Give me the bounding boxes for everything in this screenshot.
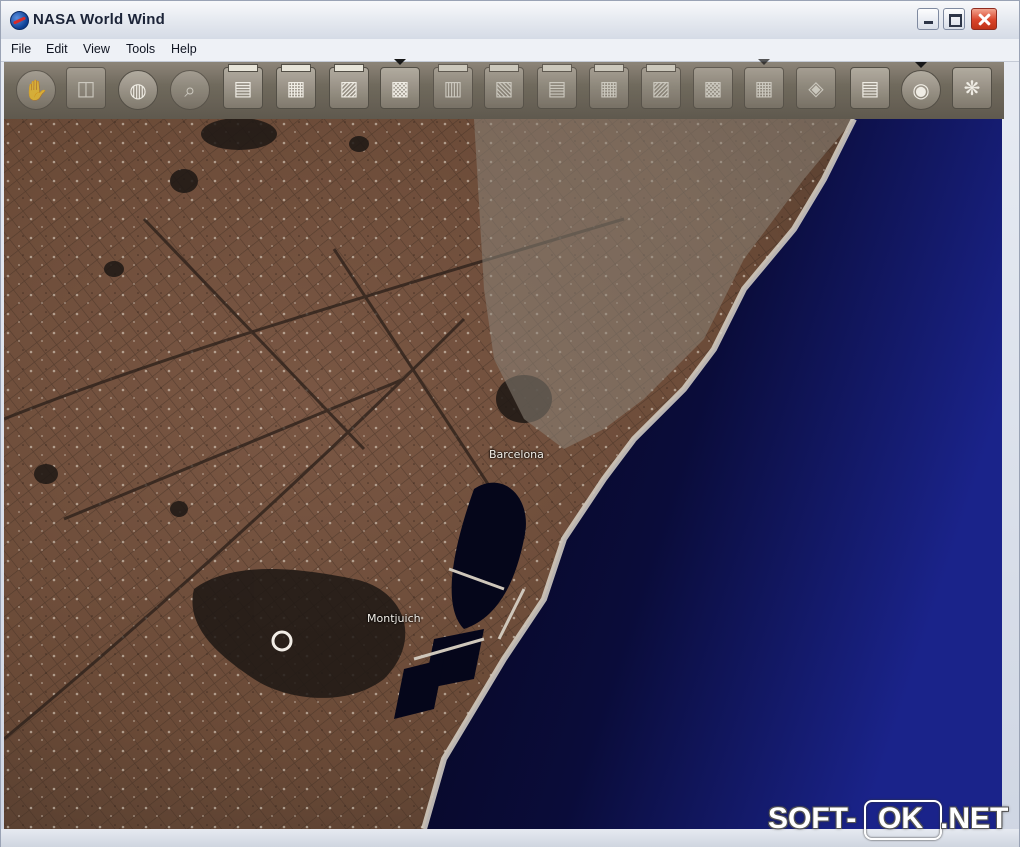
layer-urban-icon: ▧: [494, 76, 514, 100]
urban-layer-button[interactable]: ▧: [484, 64, 524, 109]
active-indicator-icon: [915, 62, 927, 68]
satellite-layer-button[interactable]: ▦: [589, 64, 629, 109]
menu-edit[interactable]: Edit: [43, 42, 71, 56]
menu-view[interactable]: View: [80, 42, 113, 56]
active-indicator-icon: [394, 59, 406, 65]
minimize-button[interactable]: [917, 8, 939, 30]
world-wind-logo-button[interactable]: ❋: [952, 67, 992, 109]
layer-terrain-icon: ▦: [286, 76, 306, 100]
menu-file[interactable]: File: [8, 42, 34, 56]
compass-globe-icon: ◉: [912, 78, 930, 102]
magnifier-icon: ⌕: [184, 78, 196, 102]
layer-topo-icon: ▥: [443, 76, 463, 100]
rapid-fire-button[interactable]: ◈: [796, 67, 836, 109]
layer-usgs-photo-icon: ▩: [390, 76, 410, 100]
layer-grid-icon: ▦: [754, 76, 774, 100]
menu-tools[interactable]: Tools: [123, 42, 158, 56]
window-title: NASA World Wind: [33, 11, 166, 28]
active-indicator-icon: [758, 59, 770, 65]
topo-layer-button[interactable]: ▥: [433, 64, 473, 109]
terrain-layer-button[interactable]: ▦: [276, 64, 316, 109]
hand-pan-icon: ✋: [23, 78, 49, 102]
world-map-button[interactable]: ◫: [66, 67, 106, 109]
close-button[interactable]: [971, 8, 997, 30]
compass-button[interactable]: ◉: [901, 62, 941, 110]
globe-viewport[interactable]: Barcelona Montjuich: [4, 119, 1002, 829]
watermark: SOFT- OK .NET: [768, 800, 1013, 840]
satellite-map-image: [4, 119, 1002, 829]
blue-globe-icon: ◍: [129, 78, 147, 102]
menu-help[interactable]: Help: [168, 42, 200, 56]
world-map-icon: ◫: [76, 76, 96, 100]
layer-satellite-icon: ▦: [599, 76, 619, 100]
scan-layer-button[interactable]: ▩: [693, 67, 733, 109]
rapid-fire-icon: ◈: [808, 76, 824, 100]
nasa-logo-icon: [10, 11, 29, 30]
layer-relief-icon: ▨: [651, 76, 671, 100]
relief-layer-button[interactable]: ▨: [641, 64, 681, 109]
menu-bar: File Edit View Tools Help: [1, 39, 1019, 62]
maximize-button[interactable]: [943, 8, 965, 30]
world-wind-logo-icon: ❋: [963, 76, 981, 100]
usgs-photo-layer-button[interactable]: ▩: [380, 59, 420, 109]
pan-tool-button[interactable]: ✋: [16, 70, 56, 110]
layer-toolbar: ✋ ◫ ◍ ⌕ ▤ ▦ ▨ ▩ ▥ ▧ ▤ ▦ ▨ ▩ ▦ ◈ ▤ ◉ ❋: [4, 59, 1004, 119]
map-label-barcelona: Barcelona: [489, 448, 544, 461]
layer-street-icon: ▤: [547, 76, 567, 100]
placenames-icon: ▤: [860, 76, 880, 100]
map-label-montjuich: Montjuich: [367, 612, 421, 625]
zoom-tool-button[interactable]: ⌕: [170, 70, 210, 110]
placenames-button[interactable]: ▤: [850, 67, 890, 109]
watermark-text-net: .NET: [940, 802, 1009, 835]
app-window: NASA World Wind File Edit View Tools Hel…: [0, 0, 1020, 847]
grid-layer-button[interactable]: ▦: [744, 59, 784, 109]
layer-scan-icon: ▩: [703, 76, 723, 100]
title-bar[interactable]: NASA World Wind: [1, 1, 1019, 40]
heatmap-layer-button[interactable]: ▨: [329, 64, 369, 109]
watermark-text-soft: SOFT-: [768, 802, 857, 835]
watermark-text-ok: OK: [878, 802, 923, 835]
blue-marble-button[interactable]: ◍: [118, 70, 158, 110]
layer-heatmap-icon: ▨: [339, 76, 359, 100]
layer-landsat-icon: ▤: [233, 76, 253, 100]
landsat-layer-button[interactable]: ▤: [223, 64, 263, 109]
street-layer-button[interactable]: ▤: [537, 64, 577, 109]
